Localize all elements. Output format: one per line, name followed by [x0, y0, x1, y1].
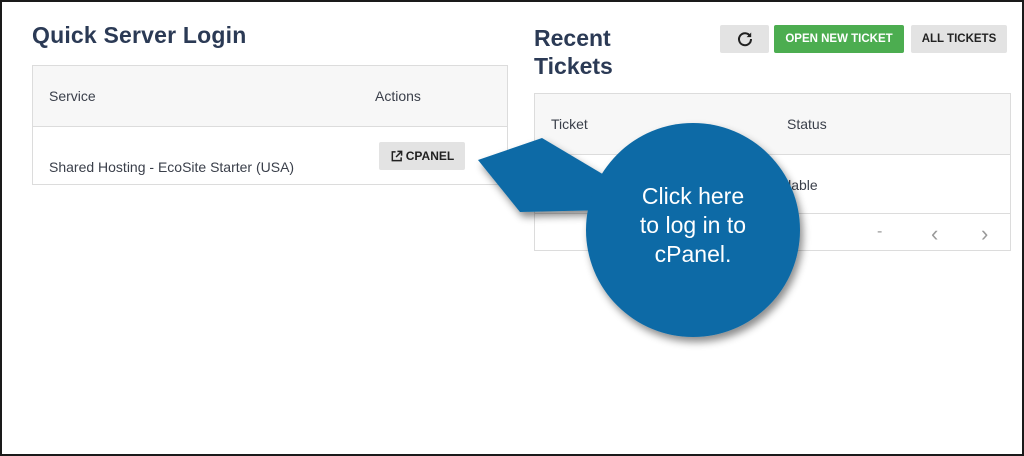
callout-line: to log in to — [639, 212, 747, 238]
all-tickets-button[interactable]: ALL TICKETS — [911, 25, 1007, 53]
refresh-icon — [737, 32, 752, 47]
external-link-icon — [391, 150, 403, 161]
callout-text: Click here to log in to cPanel. — [603, 182, 783, 269]
next-page-icon[interactable]: › — [981, 221, 988, 247]
recent-tickets-title: Recent Tickets — [534, 25, 613, 79]
actions-column-header: Actions — [375, 88, 421, 104]
callout-line: Click here — [641, 183, 745, 209]
quick-server-login-title: Quick Server Login — [32, 22, 247, 48]
status-column-header: Status — [787, 116, 827, 132]
service-name: Shared Hosting - EcoSite Starter (USA) — [49, 159, 295, 175]
table-header: Service Actions — [33, 66, 507, 127]
refresh-button[interactable] — [720, 25, 769, 53]
table-header: Ticket Status — [535, 94, 1010, 155]
cpanel-login-button[interactable]: CPANEL — [379, 142, 465, 170]
pagination-range: - — [877, 223, 883, 240]
cpanel-button-label: CPANEL — [405, 149, 455, 163]
callout-line: cPanel. — [654, 241, 732, 267]
ticket-column-header: Ticket — [551, 116, 588, 132]
service-column-header: Service — [49, 88, 96, 104]
quick-server-login-table: Service Actions Shared Hosting - EcoSite… — [32, 65, 508, 185]
open-new-ticket-button[interactable]: OPEN NEW TICKET — [774, 25, 904, 53]
ticket-row-text: ilable — [785, 177, 818, 193]
prev-page-icon[interactable]: ‹ — [931, 221, 938, 247]
